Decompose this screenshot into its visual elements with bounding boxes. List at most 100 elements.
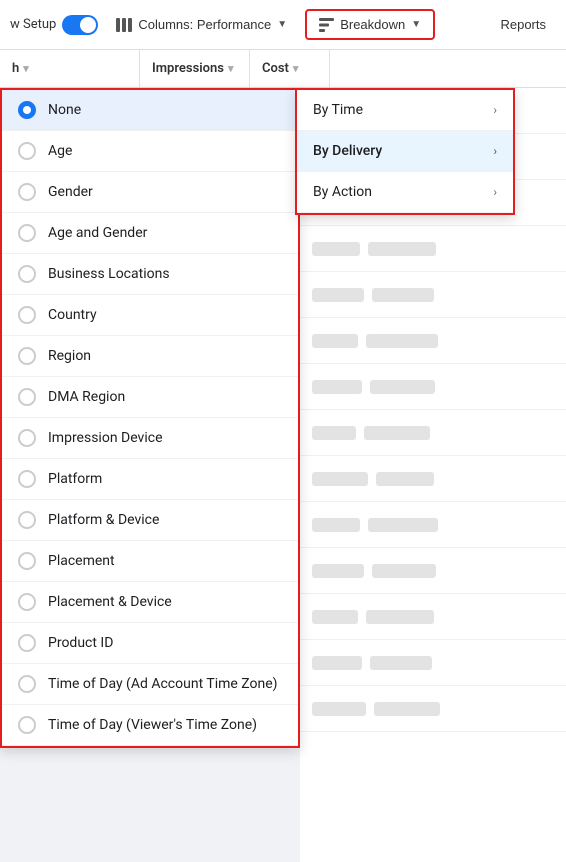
data-cell-blur: [312, 702, 366, 716]
th-name-sort-icon[interactable]: ▾: [23, 62, 29, 75]
data-cell-blur: [312, 334, 358, 348]
breakdown-caret-icon: ▼: [411, 19, 421, 30]
breakdown-item-label-age: Age: [48, 143, 72, 159]
data-cell-blur: [312, 564, 364, 578]
table-row: [300, 502, 566, 548]
data-cell-blur: [312, 656, 362, 670]
breakdown-item-time_ad_account[interactable]: Time of Day (Ad Account Time Zone): [2, 664, 298, 705]
breakdown-item-impression_device[interactable]: Impression Device: [2, 418, 298, 459]
radio-country: [18, 306, 36, 324]
table-row: [300, 640, 566, 686]
columns-icon: [116, 18, 132, 32]
submenu-item-by_action[interactable]: By Action ›: [297, 172, 513, 213]
radio-product_id: [18, 634, 36, 652]
breakdown-item-label-platform: Platform: [48, 471, 102, 487]
table-row: [300, 226, 566, 272]
breakdown-item-label-region: Region: [48, 348, 91, 364]
chevron-right-icon: ›: [493, 185, 497, 199]
data-cell-blur: [376, 472, 434, 486]
breakdown-icon: [319, 18, 334, 32]
columns-button[interactable]: Columns: Performance ▼: [106, 11, 297, 38]
breakdown-item-label-gender: Gender: [48, 184, 93, 200]
breakdown-item-business_locations[interactable]: Business Locations: [2, 254, 298, 295]
table-row: [300, 594, 566, 640]
th-impressions-sort-icon[interactable]: ▾: [228, 62, 234, 75]
chevron-right-icon: ›: [493, 103, 497, 117]
radio-age: [18, 142, 36, 160]
radio-time_ad_account: [18, 675, 36, 693]
breakdown-item-label-none: None: [48, 102, 81, 118]
breakdown-item-platform[interactable]: Platform: [2, 459, 298, 500]
breakdown-item-placement_device[interactable]: Placement & Device: [2, 582, 298, 623]
table-row: [300, 548, 566, 594]
reports-button[interactable]: Reports: [490, 11, 556, 38]
breakdown-item-label-business_locations: Business Locations: [48, 266, 170, 282]
breakdown-item-age_gender[interactable]: Age and Gender: [2, 213, 298, 254]
breakdown-item-label-time_ad_account: Time of Day (Ad Account Time Zone): [48, 676, 278, 692]
data-cell-blur: [372, 288, 434, 302]
columns-label: Columns: Performance: [138, 17, 271, 32]
breakdown-item-product_id[interactable]: Product ID: [2, 623, 298, 664]
data-cell-blur: [312, 288, 364, 302]
breakdown-item-label-time_viewer: Time of Day (Viewer's Time Zone): [48, 717, 257, 733]
breakdown-item-label-placement: Placement: [48, 553, 115, 569]
breakdown-item-label-product_id: Product ID: [48, 635, 113, 651]
submenu-item-by_delivery[interactable]: By Delivery ›: [297, 131, 513, 172]
breakdown-item-country[interactable]: Country: [2, 295, 298, 336]
table-row: [300, 456, 566, 502]
breakdown-item-dma_region[interactable]: DMA Region: [2, 377, 298, 418]
radio-platform: [18, 470, 36, 488]
data-cell-blur: [372, 564, 436, 578]
radio-platform_device: [18, 511, 36, 529]
data-cell-blur: [312, 610, 358, 624]
radio-gender: [18, 183, 36, 201]
main-content: None Age Gender Age and Gender Business Loca…: [0, 88, 566, 862]
breakdown-item-label-placement_device: Placement & Device: [48, 594, 172, 610]
data-cell-blur: [370, 656, 432, 670]
submenu-label-by_action: By Action: [313, 184, 372, 200]
data-cell-blur: [312, 472, 368, 486]
th-cost-label: Cost: [262, 61, 289, 76]
table-row: [300, 410, 566, 456]
breakdown-label: Breakdown: [340, 17, 405, 32]
submenu-label-by_delivery: By Delivery: [313, 143, 382, 159]
data-cell-blur: [312, 242, 360, 256]
radio-none: [18, 101, 36, 119]
submenu-label-by_time: By Time: [313, 102, 363, 118]
view-setup-toggle[interactable]: [62, 15, 98, 35]
radio-time_viewer: [18, 716, 36, 734]
breakdown-item-label-platform_device: Platform & Device: [48, 512, 159, 528]
breakdown-button[interactable]: Breakdown ▼: [305, 9, 435, 40]
breakdown-item-time_viewer[interactable]: Time of Day (Viewer's Time Zone): [2, 705, 298, 746]
radio-placement: [18, 552, 36, 570]
data-cell-blur: [366, 610, 434, 624]
breakdown-item-none[interactable]: None: [2, 90, 298, 131]
breakdown-item-platform_device[interactable]: Platform & Device: [2, 500, 298, 541]
data-cell-blur: [368, 518, 438, 532]
submenu-panel: By Time › By Delivery › By Action ›: [295, 88, 515, 215]
breakdown-item-gender[interactable]: Gender: [2, 172, 298, 213]
table-row: [300, 272, 566, 318]
view-setup-label: w Setup: [10, 17, 56, 32]
th-impressions-label: Impressions: [152, 61, 224, 76]
th-impressions: Impressions ▾: [140, 50, 250, 87]
table-row: [300, 686, 566, 732]
breakdown-item-placement[interactable]: Placement: [2, 541, 298, 582]
breakdown-item-label-impression_device: Impression Device: [48, 430, 163, 446]
breakdown-panel: None Age Gender Age and Gender Business Loca…: [0, 88, 300, 748]
radio-placement_device: [18, 593, 36, 611]
breakdown-item-label-dma_region: DMA Region: [48, 389, 125, 405]
reports-label: Reports: [500, 17, 546, 32]
th-cost: Cost ▾: [250, 50, 330, 87]
data-cell-blur: [312, 380, 362, 394]
data-cell-blur: [368, 242, 436, 256]
th-cost-sort-icon[interactable]: ▾: [293, 62, 299, 75]
breakdown-item-region[interactable]: Region: [2, 336, 298, 377]
submenu-item-by_time[interactable]: By Time ›: [297, 90, 513, 131]
view-setup-group: w Setup: [10, 15, 98, 35]
radio-age_gender: [18, 224, 36, 242]
th-name: h ▾: [0, 50, 140, 87]
chevron-right-icon: ›: [493, 144, 497, 158]
breakdown-item-label-age_gender: Age and Gender: [48, 225, 147, 241]
breakdown-item-age[interactable]: Age: [2, 131, 298, 172]
